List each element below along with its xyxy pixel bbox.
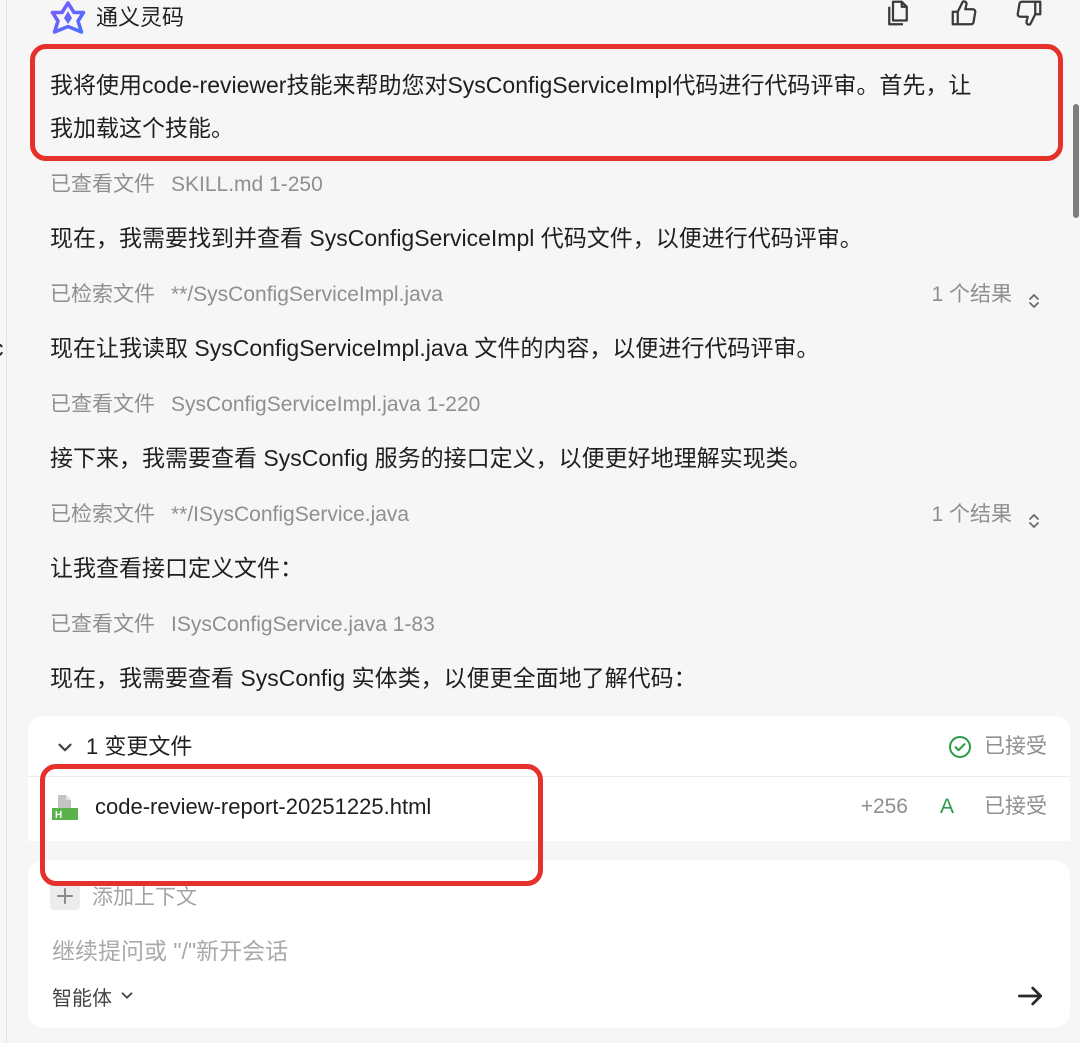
copy-icon (883, 0, 913, 31)
editor-edge-fragment: c (0, 328, 4, 368)
tool-action-label: 已查看文件 (50, 173, 155, 196)
changed-files-panel: 1 变更文件 已接受 H code-review-report-20251225… (28, 716, 1070, 841)
html-file-icon: H (51, 793, 79, 821)
message-text: 接下来，我需要查看 SysConfig 服务的接口定义，以便更好地理解实现类。 (50, 445, 812, 471)
tool-target-link[interactable]: **/ISysConfigService.java (171, 503, 409, 526)
copy-button[interactable] (882, 0, 914, 30)
message-text: 现在，我需要查看 SysConfig 实体类，以便更全面地了解代码： (50, 665, 697, 691)
arrow-right-icon (1014, 980, 1046, 1015)
file-status: 已接受 (984, 795, 1047, 818)
prompt-input[interactable] (52, 931, 952, 971)
dislike-button[interactable] (1013, 0, 1045, 30)
scrollbar-thumb[interactable] (1073, 104, 1079, 218)
app-title: 通义灵码 (96, 5, 185, 30)
tool-call-row[interactable]: 已查看文件 SKILL.md 1-250 (50, 165, 1044, 205)
add-context-label: 添加上下文 (92, 886, 197, 909)
divider (28, 776, 1070, 777)
chevron-down-icon (118, 987, 136, 1005)
file-change-type-badge: A (940, 795, 955, 818)
tool-call-row[interactable]: 已查看文件 SysConfigServiceImpl.java 1-220 (50, 385, 1044, 425)
tool-action-label: 已查看文件 (50, 613, 155, 636)
tool-target-link[interactable]: SysConfigServiceImpl.java 1-220 (171, 393, 480, 416)
message-text: 现在让我读取 SysConfigServiceImpl.java 文件的内容，以… (50, 335, 820, 361)
changed-file-row[interactable]: H code-review-report-20251225.html +256 … (28, 787, 1070, 827)
changed-file-name[interactable]: code-review-report-20251225.html (95, 787, 431, 827)
chevron-up-down-icon[interactable] (1024, 285, 1044, 308)
tool-target-link[interactable]: ISysConfigService.java 1-83 (171, 613, 435, 636)
thumbs-up-icon (949, 0, 979, 31)
tool-result-count: 1 个结果 (931, 283, 1012, 306)
lingma-chat-panel: c 通义灵码 我将使用code-reviewer技能来帮助您对 (0, 0, 1080, 1043)
tool-call-row[interactable]: 已检索文件 **/ISysConfigService.java 1 个结果 (50, 495, 1044, 535)
panel-left-border (6, 0, 7, 1043)
chat-input-box: 添加上下文 智能体 (28, 860, 1070, 1028)
message-text: 现在，我需要找到并查看 SysConfigServiceImpl 代码文件，以便… (50, 225, 863, 251)
message-text: 我加载这个技能。 (50, 115, 234, 141)
agent-mode-selector[interactable]: 智能体 (52, 976, 136, 1016)
changed-files-title[interactable]: 1 变更文件 (86, 727, 192, 767)
tool-call-row[interactable]: 已检索文件 **/SysConfigServiceImpl.java 1 个结果 (50, 275, 1044, 315)
tool-action-label: 已查看文件 (50, 393, 155, 416)
thumbs-down-icon (1014, 0, 1044, 31)
agent-mode-label: 智能体 (52, 987, 112, 1010)
send-button[interactable] (1014, 981, 1046, 1013)
svg-text:H: H (55, 810, 62, 821)
add-context-button[interactable]: 添加上下文 (50, 876, 197, 916)
changes-status: 已接受 (984, 735, 1047, 758)
plus-icon (50, 882, 80, 910)
message-text: 我将使用code-reviewer技能来帮助您对SysConfigService… (50, 72, 972, 98)
file-additions-count: +256 (860, 795, 908, 818)
chevron-down-icon[interactable] (54, 737, 76, 759)
check-circle-icon (948, 735, 972, 759)
chevron-up-down-icon[interactable] (1024, 505, 1044, 528)
tool-call-row[interactable]: 已查看文件 ISysConfigService.java 1-83 (50, 605, 1044, 645)
tool-target-link[interactable]: SKILL.md 1-250 (171, 173, 323, 196)
tongyi-lingma-logo-icon (50, 0, 86, 36)
message-text: 让我查看接口定义文件： (50, 555, 303, 581)
tool-action-label: 已检索文件 (50, 283, 155, 306)
tool-target-link[interactable]: **/SysConfigServiceImpl.java (171, 283, 443, 306)
tool-result-count: 1 个结果 (931, 503, 1012, 526)
tool-action-label: 已检索文件 (50, 503, 155, 526)
like-button[interactable] (948, 0, 980, 30)
